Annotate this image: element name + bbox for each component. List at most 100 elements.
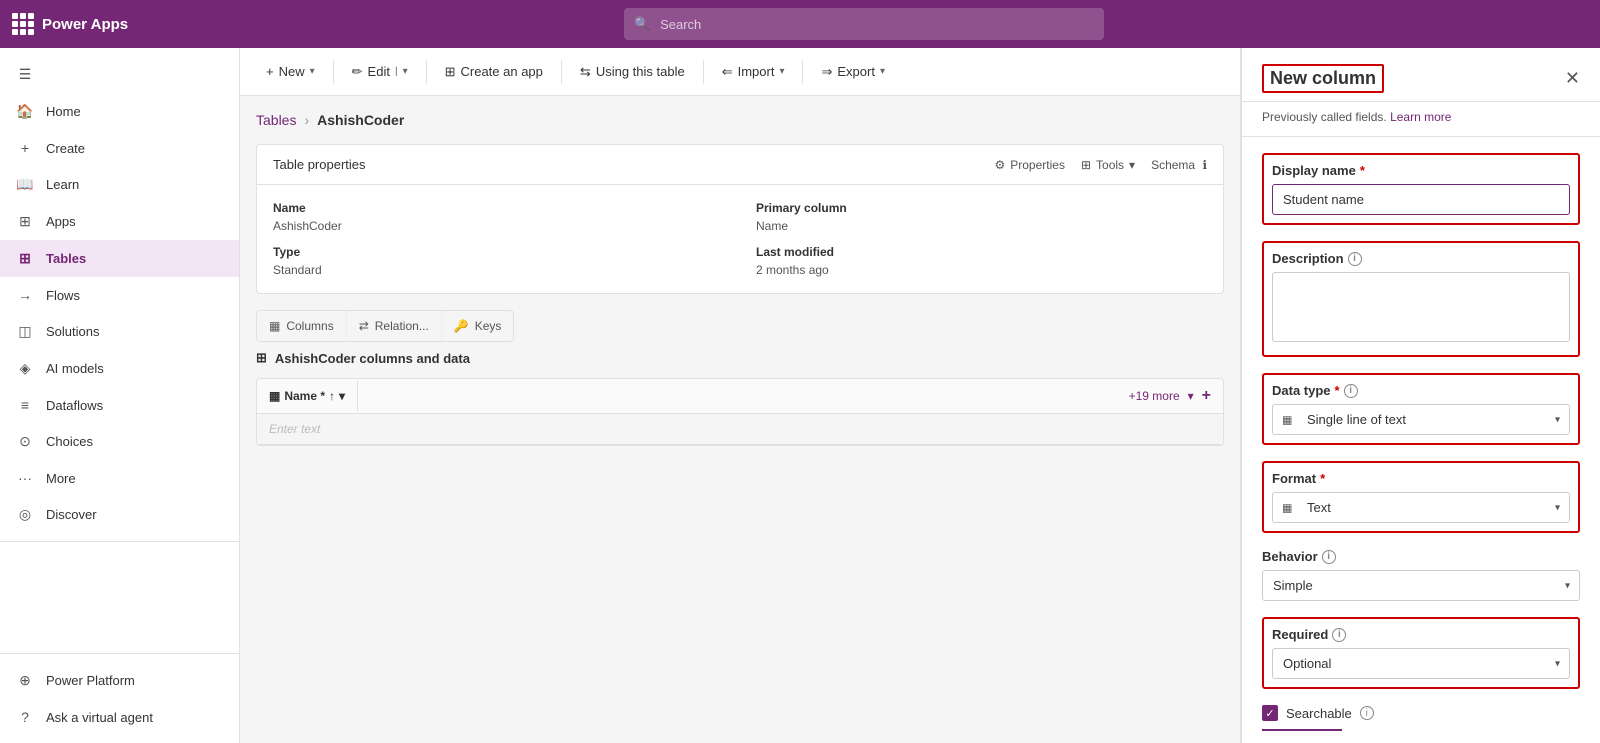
new-button[interactable]: + New ▾ [256,58,325,85]
sidebar-item-choices[interactable]: ⊙ Choices [0,423,239,460]
more-columns-btn[interactable]: +19 more ▾ + [1117,379,1223,413]
sidebar-item-tables[interactable]: ⊞ Tables [0,240,239,277]
description-group: Description i [1262,241,1580,357]
edit-button[interactable]: ✏ Edit | ▾ [342,58,418,86]
panel-body: Display name * Description i [1242,137,1600,743]
panel-title: New column [1262,64,1384,93]
schema-tab-relationships[interactable]: ⇄ Relation... [347,311,442,341]
grid-icon [12,13,34,35]
breadcrumb-parent[interactable]: Tables [256,112,296,128]
sidebar-item-apps[interactable]: ⊞ Apps [0,203,239,240]
tools-chevron-icon: ▾ [1129,158,1135,172]
schema-tab-columns[interactable]: ▦ Columns [257,311,347,341]
add-column-btn[interactable]: + [1202,387,1211,405]
name-value: AshishCoder [273,219,724,233]
tools-icon: ⊞ [1081,158,1091,172]
toolbar-divider-5 [802,60,803,84]
primary-col-label: Primary column [756,201,1207,215]
behavior-select[interactable]: Simple Calculated Rollup [1262,570,1580,601]
format-required: * [1320,471,1325,486]
sort-filter-icon[interactable]: ▾ [339,389,345,403]
table-icon: ⊞ [445,64,456,80]
sidebar-item-power-platform[interactable]: ⊕ Power Platform [0,662,239,699]
description-textarea[interactable] [1272,272,1570,342]
topbar: Power Apps 🔍 [0,0,1600,48]
last-modified-value: 2 months ago [756,263,1207,277]
sidebar-item-solutions[interactable]: ◫ Solutions [0,313,239,350]
panel-header: New column ✕ [1242,48,1600,102]
searchable-info-icon[interactable]: i [1360,706,1374,720]
table-properties-actions: ⚙ Properties ⊞ Tools ▾ Schema ℹ [994,158,1207,172]
sidebar-item-home[interactable]: 🏠 Home [0,93,239,130]
sidebar-item-virtual-agent[interactable]: ? Ask a virtual agent [0,699,239,735]
sidebar-item-dataflows[interactable]: ≡ Dataflows [0,387,239,423]
primary-col-property: Primary column Name [756,201,1207,233]
data-type-select[interactable]: Single line of text Multiple lines of te… [1272,404,1570,435]
sidebar-item-create[interactable]: + Create [0,130,239,166]
table-properties-body: Name AshishCoder Primary column Name Typ… [257,185,1223,293]
breadcrumb-current: AshishCoder [317,112,404,128]
description-info-icon[interactable]: i [1348,252,1362,266]
searchable-checkbox[interactable]: ✓ [1262,705,1278,721]
required-select-wrap: Optional Business recommended Business r… [1272,648,1570,679]
required-label: Required i [1272,627,1570,642]
behavior-select-wrap: Simple Calculated Rollup ▾ [1262,570,1580,601]
import-button[interactable]: ⇐ Import ▾ [712,58,795,86]
primary-col-value: Name [756,219,1207,233]
sidebar-item-learn[interactable]: 📖 Learn [0,166,239,203]
learn-more-link[interactable]: Learn more [1390,110,1451,124]
export-chevron-icon: ▾ [880,66,885,77]
sidebar-bottom-nav: ⊕ Power Platform ? Ask a virtual agent [0,653,239,743]
searchable-underline [1262,729,1342,731]
behavior-group: Behavior i Simple Calculated Rollup ▾ [1262,549,1580,601]
table-properties-header: Table properties ⚙ Properties ⊞ Tools ▾ [257,145,1223,185]
sidebar-item-ai-models[interactable]: ◈ AI models [0,350,239,387]
using-table-button[interactable]: ⇆ Using this table [570,58,695,86]
discover-icon: ◎ [16,506,34,523]
display-name-group: Display name * [1262,153,1580,225]
home-icon: 🏠 [16,103,34,120]
create-app-button[interactable]: ⊞ Create an app [435,58,553,86]
schema-tab-keys[interactable]: 🔑 Keys [442,311,514,341]
sidebar-item-discover[interactable]: ◎ Discover [0,496,239,533]
data-type-info-icon[interactable]: i [1344,384,1358,398]
sidebar-item-flows[interactable]: → Flows [0,277,239,313]
check-icon: ✓ [1265,707,1274,720]
format-group: Format * ▦ Text Email URL Phone ▾ [1262,461,1580,533]
name-col-icon: ▦ [269,389,280,403]
data-table-icon: ⊞ [256,350,267,366]
properties-button[interactable]: ⚙ Properties [994,158,1064,172]
required-info-icon[interactable]: i [1332,628,1346,642]
choices-icon: ⊙ [16,433,34,450]
sidebar-item-more[interactable]: ··· More [0,460,239,496]
search-input[interactable] [624,8,1104,40]
plus-icon: + [266,64,274,79]
tools-button[interactable]: ⊞ Tools ▾ [1081,158,1135,172]
behavior-info-icon[interactable]: i [1322,550,1336,564]
columns-icon: ▦ [269,319,280,333]
format-select[interactable]: Text Email URL Phone [1272,492,1570,523]
more-chevron-icon: ▾ [1188,389,1194,403]
searchable-label: Searchable [1286,706,1352,721]
export-button[interactable]: ⇒ Export ▾ [811,58,895,86]
import-icon: ⇐ [722,64,733,80]
link-icon: ⇆ [580,64,591,80]
toolbar-divider-3 [561,60,562,84]
display-name-required: * [1360,163,1365,178]
sidebar-item-hamburger[interactable]: ☰ [0,56,239,93]
search-icon: 🔍 [634,16,650,32]
sidebar: ☰ 🏠 Home + Create 📖 Learn ⊞ Apps ⊞ Table… [0,48,240,743]
panel-close-button[interactable]: ✕ [1565,68,1580,89]
edit-dropdown-icon: ▾ [403,66,408,77]
data-table: ▦ Name * ↑ ▾ +19 more ▾ + [256,378,1224,446]
keys-label: Keys [475,319,502,333]
toolbar-divider-1 [333,60,334,84]
columns-label: Columns [286,319,333,333]
data-type-select-wrap: ▦ Single line of text Multiple lines of … [1272,404,1570,435]
sort-icon[interactable]: ↑ [329,389,335,403]
last-modified-property: Last modified 2 months ago [756,245,1207,277]
data-table-header: ▦ Name * ↑ ▾ +19 more ▾ + [257,379,1223,414]
toolbar-divider-2 [426,60,427,84]
display-name-input[interactable] [1272,184,1570,215]
required-select[interactable]: Optional Business recommended Business r… [1272,648,1570,679]
